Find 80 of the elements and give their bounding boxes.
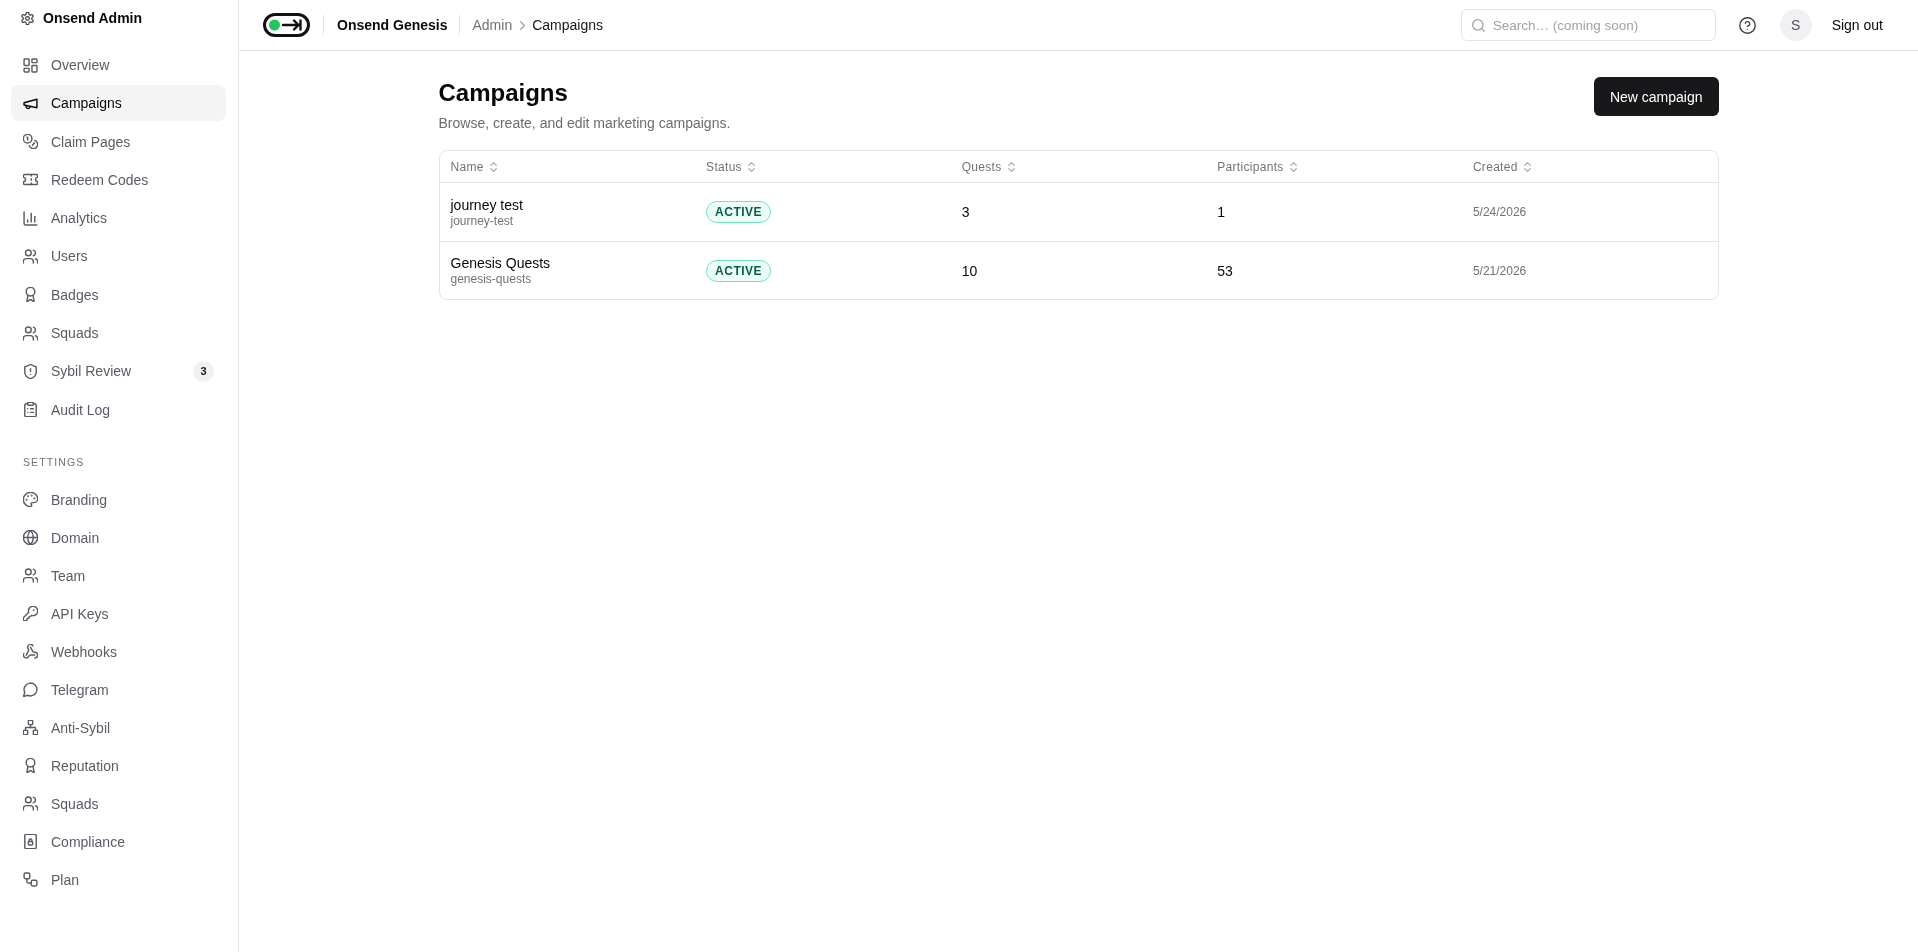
- brand-name: Onsend Genesis: [337, 17, 448, 33]
- table-cell: 53: [1217, 262, 1233, 279]
- sort-icon: [747, 161, 755, 172]
- workflow-icon: [23, 872, 38, 888]
- nav-item[interactable]: Team: [11, 557, 226, 594]
- status-badge: ACTIVE: [706, 259, 772, 282]
- clipboard-icon: [23, 402, 38, 418]
- nav-item[interactable]: Domain: [11, 519, 226, 556]
- page-title: Campaigns: [438, 78, 569, 108]
- campaign-name: Genesis Quests: [450, 254, 551, 272]
- nav-item[interactable]: Plan: [11, 861, 226, 898]
- column-header[interactable]: Name: [450, 159, 497, 174]
- award-icon: [23, 758, 38, 774]
- help-icon[interactable]: [1738, 16, 1756, 34]
- date-cell: 5/21/2026: [1472, 263, 1527, 278]
- sort-icon: [1523, 161, 1531, 172]
- ticket-icon: [23, 172, 38, 188]
- search-field[interactable]: Search… (coming soon): [1460, 9, 1716, 41]
- breadcrumb-current: Campaigns: [532, 17, 603, 33]
- table-cell: 10: [961, 262, 978, 279]
- dashboard-icon: [23, 57, 38, 73]
- nav-item[interactable]: Webhooks: [11, 633, 226, 670]
- webhook-icon: [23, 644, 38, 660]
- palette-icon: [23, 492, 38, 508]
- breadcrumb-link[interactable]: Admin: [472, 17, 513, 33]
- network-icon: [23, 720, 38, 736]
- nav-item[interactable]: API Keys: [11, 595, 226, 632]
- award-icon: [23, 287, 38, 303]
- page-subtitle: Browse, create, and edit marketing campaigns.: [438, 114, 731, 133]
- shield-alert-icon: [23, 363, 38, 379]
- user-avatar[interactable]: S: [1779, 9, 1812, 41]
- nav-item[interactable]: Compliance: [11, 823, 226, 860]
- nav-item[interactable]: Campaigns: [11, 85, 226, 122]
- nav-item[interactable]: Telegram: [11, 671, 226, 708]
- settings-icon: [21, 11, 34, 25]
- column-header[interactable]: Status: [706, 159, 755, 174]
- key-icon: [23, 606, 38, 622]
- date-cell: 5/24/2026: [1472, 205, 1527, 219]
- sort-icon: [1289, 161, 1297, 172]
- nav-item[interactable]: Audit Log: [11, 391, 226, 428]
- bar-chart-icon: [23, 210, 38, 226]
- nav-item[interactable]: Sybil Review 3: [11, 353, 226, 390]
- nav-item[interactable]: Branding: [11, 481, 226, 518]
- campaign-slug: genesis-quests: [450, 272, 532, 287]
- column-header[interactable]: Quests: [961, 159, 1015, 174]
- sidebar-title: Onsend Admin: [43, 10, 143, 26]
- nav-item[interactable]: Reputation: [11, 747, 226, 784]
- users-icon: [23, 796, 38, 812]
- users-icon: [23, 325, 38, 341]
- nav-item[interactable]: Squads: [11, 315, 226, 352]
- lock-file-icon: [23, 834, 38, 850]
- nav-item[interactable]: Claim Pages: [11, 123, 226, 160]
- users-icon: [23, 568, 38, 584]
- count-badge: 3: [193, 360, 214, 382]
- users-icon: [23, 249, 38, 264]
- sign-out-button[interactable]: Sign out: [1823, 11, 1891, 39]
- nav-item[interactable]: Squads: [11, 785, 226, 822]
- section-heading: SETTINGS: [22, 455, 86, 468]
- new-campaign-button[interactable]: New campaign: [1593, 77, 1719, 116]
- nav-item[interactable]: Badges: [11, 276, 226, 313]
- nav-item[interactable]: Redeem Codes: [11, 161, 226, 198]
- globe-icon: [23, 530, 38, 546]
- nav-item[interactable]: Users: [11, 238, 226, 275]
- nav-item[interactable]: Analytics: [11, 200, 226, 237]
- chevron-right-icon: [520, 20, 526, 30]
- campaign-slug: journey-test: [450, 213, 514, 229]
- table-cell: 3: [961, 204, 970, 220]
- campaign-name: journey test: [450, 195, 523, 214]
- chat-bubble-icon: [23, 682, 38, 698]
- nav-item[interactable]: Overview: [11, 47, 226, 83]
- table-cell: 1: [1217, 204, 1226, 220]
- status-badge: ACTIVE: [706, 201, 772, 223]
- column-header[interactable]: Participants: [1217, 159, 1297, 174]
- column-header[interactable]: Created: [1472, 159, 1531, 174]
- sort-icon: [489, 161, 497, 172]
- logo-icon: [263, 13, 310, 37]
- sort-icon: [1007, 161, 1015, 172]
- nav-item[interactable]: Anti-Sybil: [11, 709, 226, 746]
- coins-icon: [23, 134, 38, 150]
- search-icon: [1471, 18, 1485, 32]
